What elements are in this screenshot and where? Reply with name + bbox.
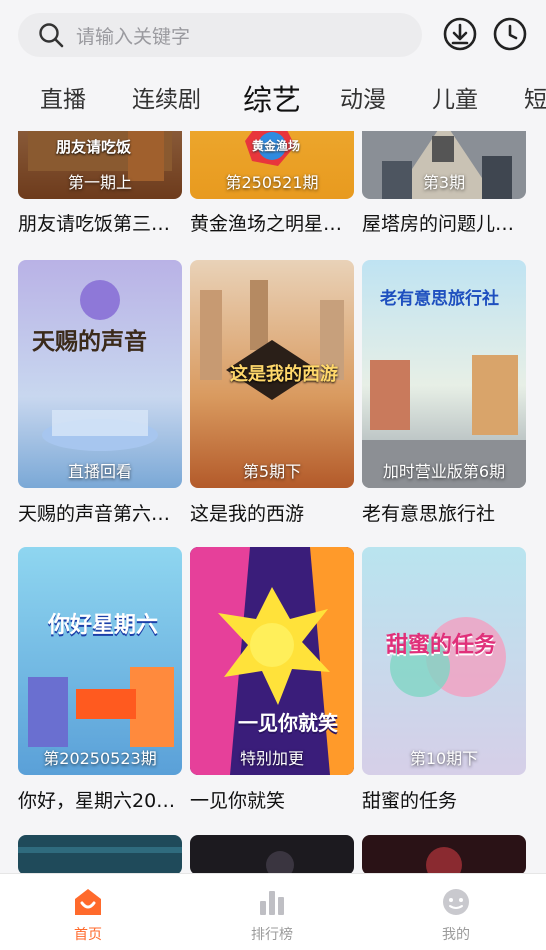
profile-icon bbox=[440, 886, 472, 918]
tab-variety[interactable]: 综艺 bbox=[243, 72, 301, 128]
show-title: 你好，星期六20… bbox=[18, 790, 176, 812]
search-icon bbox=[38, 22, 64, 48]
category-tabs: 直播 连续剧 综艺 动漫 儿童 短 bbox=[0, 72, 546, 130]
show-title: 朋友请吃饭第三… bbox=[18, 213, 171, 235]
poster-title: 朋友请吃饭 bbox=[56, 138, 132, 156]
tab-drama[interactable]: 连续剧 bbox=[132, 72, 201, 128]
poster-image: 这是我的西游 第5期下 bbox=[190, 260, 354, 488]
nav-home[interactable]: 首页 bbox=[28, 874, 148, 950]
poster-image bbox=[190, 835, 354, 873]
episode-label: 第5期下 bbox=[242, 462, 302, 481]
tab-short[interactable]: 短 bbox=[524, 72, 546, 128]
nav-profile[interactable]: 我的 bbox=[396, 874, 516, 950]
episode-label: 加时营业版第6期 bbox=[382, 462, 506, 481]
search-bar[interactable]: 请输入关键字 bbox=[18, 13, 422, 57]
poster-image: 你好星期六 第20250523期 bbox=[18, 547, 182, 775]
episode-label: 第一期上 bbox=[67, 173, 132, 192]
show-title: 这是我的西游 bbox=[190, 503, 305, 525]
poster-title: 天赐的声音 bbox=[32, 329, 147, 355]
poster-image: 天赐的声音 直播回看 bbox=[18, 260, 182, 488]
poster-title: 甜蜜的任务 bbox=[386, 633, 497, 658]
nav-label: 排行榜 bbox=[251, 927, 293, 943]
episode-label: 直播回看 bbox=[67, 462, 132, 481]
variety-grid: 朋友请吃饭 第一期上 朋友请吃饭第三… 黄金渔场 第250521期 黄金渔场之明… bbox=[0, 131, 546, 873]
home-icon bbox=[72, 886, 104, 918]
episode-label: 第10期下 bbox=[409, 749, 479, 768]
episode-label: 特别加更 bbox=[239, 749, 304, 768]
show-title: 一见你就笑 bbox=[190, 790, 286, 812]
tab-anime[interactable]: 动漫 bbox=[340, 72, 386, 128]
show-title: 甜蜜的任务 bbox=[362, 790, 458, 812]
download-button[interactable] bbox=[442, 16, 478, 52]
poster-image: 老有意思旅行社 加时营业版第6期 bbox=[362, 260, 526, 488]
nav-ranking[interactable]: 排行榜 bbox=[212, 874, 332, 950]
tab-kids[interactable]: 儿童 bbox=[432, 72, 478, 128]
history-button[interactable] bbox=[492, 16, 528, 52]
poster-image: 黄金渔场 第250521期 bbox=[190, 131, 354, 199]
poster-image: 一见你就笑 特别加更 bbox=[190, 547, 354, 775]
ranking-icon bbox=[256, 886, 288, 918]
poster-title: 这是我的西游 bbox=[230, 364, 338, 385]
poster-title: 一见你就笑 bbox=[238, 711, 338, 735]
bottom-nav: 首页 排行榜 我的 bbox=[0, 873, 546, 950]
show-title: 天赐的声音第六… bbox=[18, 503, 171, 525]
poster-image: 甜蜜的任务 第10期下 bbox=[362, 547, 526, 775]
poster-title: 你好星期六 bbox=[48, 613, 159, 638]
poster-image: 第3期 bbox=[362, 131, 526, 199]
poster-image bbox=[362, 835, 526, 873]
episode-label: 第20250523期 bbox=[43, 749, 157, 768]
search-placeholder: 请输入关键字 bbox=[76, 25, 191, 48]
show-title: 老有意思旅行社 bbox=[362, 503, 496, 525]
tab-live[interactable]: 直播 bbox=[40, 72, 86, 128]
top-bar: 请输入关键字 bbox=[0, 0, 546, 70]
episode-label: 第250521期 bbox=[225, 173, 319, 192]
episode-label: 第3期 bbox=[422, 173, 466, 192]
nav-label: 我的 bbox=[442, 927, 470, 943]
history-clock-icon bbox=[493, 17, 527, 51]
poster-image: 朋友请吃饭 第一期上 bbox=[18, 131, 182, 199]
poster-image bbox=[18, 835, 182, 873]
show-title: 屋塔房的问题儿… bbox=[362, 213, 515, 235]
poster-title: 老有意思旅行社 bbox=[380, 289, 499, 309]
poster-title: 黄金渔场 bbox=[252, 139, 301, 153]
download-icon bbox=[443, 17, 477, 51]
show-title: 黄金渔场之明星… bbox=[190, 213, 343, 235]
nav-label: 首页 bbox=[74, 927, 102, 943]
